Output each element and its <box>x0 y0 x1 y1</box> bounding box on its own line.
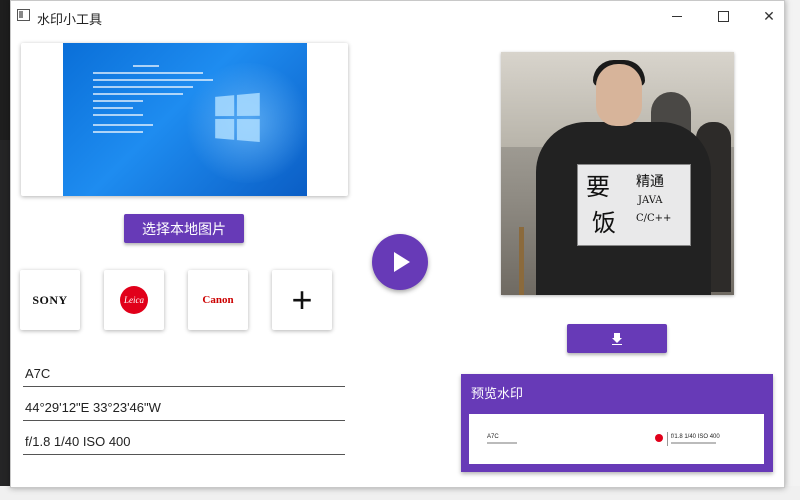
preview-title: 预览水印 <box>471 386 524 401</box>
result-image-preview[interactable]: 要 饭 精通 JAVA C/C++ <box>501 52 734 295</box>
source-image <box>63 43 313 196</box>
minimize-button[interactable] <box>654 1 700 31</box>
logo-option-sony[interactable]: SONY <box>20 270 80 330</box>
window-title: 水印小工具 <box>37 12 103 27</box>
download-icon <box>612 332 622 345</box>
background-right-panel <box>785 0 800 500</box>
maximize-button[interactable] <box>700 1 746 31</box>
app-window: 水印小工具 ✕ 选择本地图片 SONY Leica Canon + A7C 44… <box>10 0 785 488</box>
watermark-preview-card: A7C f/1.8 1/40 ISO 400 <box>469 414 764 464</box>
download-button[interactable] <box>567 324 667 353</box>
logo-option-canon[interactable]: Canon <box>188 270 248 330</box>
add-logo-button[interactable]: + <box>272 270 332 330</box>
title-bar[interactable]: 水印小工具 ✕ <box>11 1 784 31</box>
plus-icon: + <box>291 279 313 320</box>
close-button[interactable]: ✕ <box>746 1 792 31</box>
leica-logo: Leica <box>120 286 148 314</box>
watermark-coord-text <box>671 442 716 444</box>
sony-logo: SONY <box>32 292 68 307</box>
background-editor <box>0 140 10 500</box>
watermark-divider <box>667 432 668 446</box>
sign-board: 要 饭 精通 JAVA C/C++ <box>577 164 691 246</box>
close-icon: ✕ <box>763 7 775 24</box>
windows-logo-icon <box>215 92 261 143</box>
maximize-icon <box>717 10 729 22</box>
watermark-subtext <box>487 442 517 444</box>
app-icon <box>17 9 30 21</box>
watermark-preview-panel: 预览水印 A7C f/1.8 1/40 ISO 400 <box>461 374 773 472</box>
minimize-icon <box>672 15 682 17</box>
source-image-preview[interactable] <box>21 43 348 196</box>
watermark-leica-icon <box>655 434 663 442</box>
camera-model-field[interactable]: A7C <box>23 365 345 387</box>
exposure-params-field[interactable]: f/1.8 1/40 ISO 400 <box>23 433 345 455</box>
generate-watermark-button[interactable] <box>372 234 428 290</box>
canon-logo: Canon <box>202 294 234 306</box>
background-taskbar-strip <box>0 486 800 500</box>
watermark-model-text: A7C <box>487 434 499 440</box>
coordinates-field[interactable]: 44°29'12"E 33°23'46"W <box>23 399 345 421</box>
watermark-params-text: f/1.8 1/40 ISO 400 <box>671 434 720 440</box>
choose-local-image-button[interactable]: 选择本地图片 <box>124 214 244 243</box>
logo-option-leica[interactable]: Leica <box>104 270 164 330</box>
